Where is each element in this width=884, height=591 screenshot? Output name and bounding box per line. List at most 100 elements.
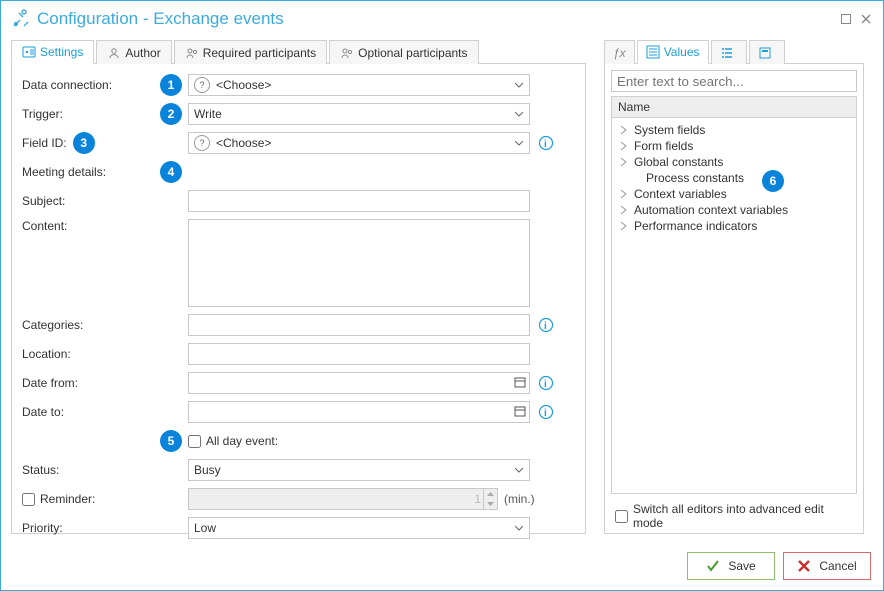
cancel-button[interactable]: Cancel <box>783 552 871 580</box>
form-icon <box>758 46 772 60</box>
content-textarea[interactable] <box>188 219 530 307</box>
info-icon[interactable]: i <box>538 135 554 151</box>
tab-label: Settings <box>40 45 83 59</box>
tab-settings[interactable]: Settings <box>11 40 94 64</box>
expand-icon[interactable] <box>618 140 630 152</box>
values-tree: 6 System fields Form fields Global const… <box>611 118 857 494</box>
tree-label: Global constants <box>634 155 723 169</box>
callout-4: 4 <box>160 161 182 183</box>
values-tab-icon <box>646 45 660 59</box>
checkbox-label: All day event: <box>206 434 278 448</box>
status-select[interactable]: Busy <box>188 459 530 481</box>
select-value: Write <box>194 107 222 121</box>
label-location: Location: <box>22 347 160 361</box>
expand-icon[interactable] <box>618 204 630 216</box>
callout-3: 3 <box>73 132 95 154</box>
categories-input[interactable] <box>188 314 530 336</box>
priority-select[interactable]: Low <box>188 517 530 539</box>
tab-label: Required participants <box>203 46 316 60</box>
list-icon <box>720 46 734 60</box>
tab-list[interactable] <box>711 40 747 64</box>
field-id-select[interactable]: ? <Choose> <box>188 132 530 154</box>
checkbox-label: Switch all editors into advanced edit mo… <box>633 502 857 530</box>
maximize-button[interactable] <box>839 12 853 26</box>
help-icon: ? <box>194 135 210 151</box>
window-title: Configuration - Exchange events <box>37 9 284 29</box>
calendar-icon[interactable] <box>511 376 529 391</box>
callout-5: 5 <box>160 430 182 452</box>
save-button[interactable]: Save <box>687 552 775 580</box>
label-meeting-details: Meeting details: <box>22 165 160 179</box>
all-day-event-checkbox[interactable]: All day event: <box>188 434 278 448</box>
callout-2: 2 <box>160 103 182 125</box>
reminder-spinner: 1 <box>188 488 498 510</box>
info-icon[interactable]: i <box>538 375 554 391</box>
spinner-up[interactable] <box>483 489 497 499</box>
date-from-input[interactable] <box>188 372 530 394</box>
tab-label: Values <box>664 45 700 59</box>
search-input[interactable] <box>611 70 857 92</box>
data-connection-select[interactable]: ? <Choose> <box>188 74 530 96</box>
tab-label: Optional participants <box>358 46 467 60</box>
advanced-mode-checkbox[interactable]: Switch all editors into advanced edit mo… <box>611 502 857 530</box>
grid-header-name: Name <box>611 96 857 118</box>
expand-icon[interactable] <box>618 156 630 168</box>
author-tab-icon <box>107 46 121 60</box>
chevron-down-icon <box>515 467 523 475</box>
close-button[interactable] <box>859 12 873 26</box>
svg-text:i: i <box>544 139 547 150</box>
chevron-down-icon <box>515 82 523 90</box>
tree-label: Form fields <box>634 139 693 153</box>
expand-icon[interactable] <box>618 188 630 200</box>
tree-label: Context variables <box>634 187 727 201</box>
button-label: Save <box>728 559 755 573</box>
spinner-value: 1 <box>474 492 481 506</box>
tools-icon <box>11 9 31 29</box>
tab-fx[interactable]: ƒx <box>604 40 635 64</box>
date-to-input[interactable] <box>188 401 530 423</box>
tab-optional-participants[interactable]: Optional participants <box>329 40 478 64</box>
calendar-icon[interactable] <box>511 405 529 420</box>
tab-required-participants[interactable]: Required participants <box>174 40 327 64</box>
cross-icon <box>797 559 811 573</box>
reminder-unit: (min.) <box>504 492 535 506</box>
tab-values[interactable]: Values <box>637 40 709 64</box>
tree-node[interactable]: Performance indicators <box>614 218 854 234</box>
svg-text:i: i <box>544 379 547 390</box>
select-value: <Choose> <box>216 136 271 150</box>
select-value: Low <box>194 521 216 535</box>
spinner-down[interactable] <box>483 499 497 509</box>
right-tabs: ƒx Values <box>604 39 864 64</box>
tree-node[interactable]: Automation context variables <box>614 202 854 218</box>
help-icon: ? <box>194 77 210 93</box>
callout-6: 6 <box>762 170 784 192</box>
tab-author[interactable]: Author <box>96 40 171 64</box>
expand-icon[interactable] <box>618 220 630 232</box>
button-label: Cancel <box>819 559 856 573</box>
info-icon[interactable]: i <box>538 317 554 333</box>
info-icon[interactable]: i <box>538 404 554 420</box>
tab-form[interactable] <box>749 40 785 64</box>
tree-label: System fields <box>634 123 705 137</box>
chevron-down-icon <box>515 140 523 148</box>
svg-text:i: i <box>544 408 547 419</box>
select-value: <Choose> <box>216 78 271 92</box>
tree-node[interactable]: System fields <box>614 122 854 138</box>
required-participants-icon <box>185 46 199 60</box>
svg-text:i: i <box>544 321 547 332</box>
label-data-connection: Data connection: <box>22 78 160 92</box>
tree-node[interactable]: Context variables <box>614 186 854 202</box>
settings-tab-icon <box>22 45 36 59</box>
location-input[interactable] <box>188 343 530 365</box>
tree-label: Automation context variables <box>634 203 788 217</box>
subject-input[interactable] <box>188 190 530 212</box>
callout-1: 1 <box>160 74 182 96</box>
tree-node[interactable]: Process constants <box>614 170 854 186</box>
trigger-select[interactable]: Write <box>188 103 530 125</box>
reminder-checkbox[interactable]: Reminder: <box>22 492 160 506</box>
label-status: Status: <box>22 463 160 477</box>
tree-node[interactable]: Form fields <box>614 138 854 154</box>
tree-node[interactable]: Global constants <box>614 154 854 170</box>
tree-label: Process constants <box>634 171 744 185</box>
expand-icon[interactable] <box>618 124 630 136</box>
